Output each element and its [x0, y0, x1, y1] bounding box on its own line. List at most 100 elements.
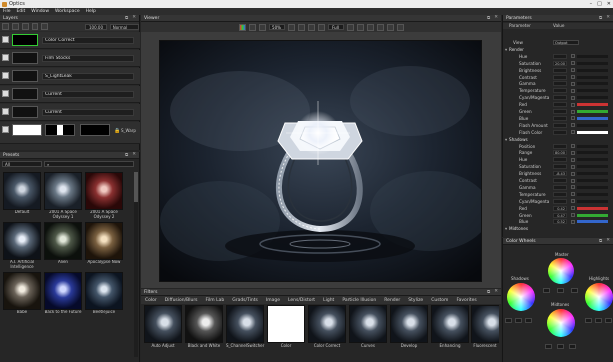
param-slider[interactable] [577, 158, 608, 162]
master-value-field[interactable] [557, 288, 564, 293]
keyframe-icon[interactable] [571, 95, 575, 100]
param-group[interactable]: Shadows [503, 136, 613, 143]
keyframe-icon[interactable] [571, 144, 575, 149]
resolution-select[interactable]: Full [327, 24, 344, 30]
param-value-field[interactable] [553, 109, 567, 115]
snapshot-icon[interactable] [376, 23, 384, 31]
param-group[interactable]: Render [503, 46, 613, 53]
tab-custom[interactable]: Custom [427, 298, 452, 303]
param-slider[interactable] [577, 151, 608, 155]
keyframe-icon[interactable] [571, 61, 575, 66]
close-panel-icon[interactable]: ✕ [132, 15, 136, 21]
keyframe-icon[interactable] [571, 213, 575, 218]
layer-row[interactable]: 🔒 S_Warp [0, 122, 140, 144]
shadows-value-field[interactable] [525, 318, 532, 323]
param-slider[interactable] [577, 192, 608, 196]
keyframe-icon[interactable] [571, 199, 575, 204]
param-slider[interactable] [577, 206, 608, 210]
keyframe-icon[interactable] [571, 185, 575, 190]
preset-filter-select[interactable]: All [2, 160, 42, 167]
mask-button[interactable] [31, 23, 39, 30]
param-value-field[interactable] [553, 143, 567, 149]
master-value-field[interactable] [571, 288, 578, 293]
float-icon[interactable]: ⧉ [125, 15, 128, 21]
keyframe-icon[interactable] [571, 123, 575, 128]
pan-tool-icon[interactable] [307, 23, 315, 31]
param-value-field[interactable]: 20.00 [553, 60, 567, 66]
tab-particle-illusion[interactable]: Particle Illusion [338, 298, 380, 303]
minimize-icon[interactable]: – [590, 1, 593, 7]
keyframe-icon[interactable] [571, 219, 575, 224]
layer-name[interactable]: Film Stocks [42, 55, 134, 62]
layer-name[interactable]: Color Correct [42, 37, 134, 44]
keyframe-icon[interactable] [571, 81, 575, 86]
preset-tile[interactable]: 2001 A Space Odyssey 2 [85, 172, 123, 220]
shadows-wheel[interactable] [507, 283, 535, 311]
param-slider[interactable] [577, 68, 608, 72]
param-value-field[interactable] [553, 184, 567, 190]
channel-alpha-icon[interactable] [248, 23, 256, 31]
keyframe-icon[interactable] [571, 206, 575, 211]
filter-tile[interactable]: Curves [349, 305, 387, 349]
tab-film-lab[interactable]: Film Lab [202, 298, 229, 303]
keyframe-icon[interactable] [571, 75, 575, 80]
tab-favorites[interactable]: Favorites [452, 298, 480, 303]
filter-tile[interactable]: Color Correct [308, 305, 346, 349]
param-slider[interactable] [577, 130, 608, 134]
layer-row[interactable]: Current [0, 104, 140, 121]
param-value-field[interactable]: 0.52 [553, 219, 567, 225]
close-panel-icon[interactable]: ✕ [494, 289, 498, 295]
keyframe-icon[interactable] [571, 157, 575, 162]
filter-tile[interactable]: Fluorescent [471, 305, 499, 349]
filter-tile[interactable]: S_ChannelSwitcher [226, 305, 264, 349]
param-slider[interactable] [577, 54, 608, 58]
float-icon[interactable]: ⧉ [125, 152, 128, 158]
new-layer-button[interactable] [2, 23, 9, 30]
layer-name[interactable]: Current [42, 109, 134, 116]
preset-tile[interactable]: Default [3, 172, 41, 220]
menu-edit[interactable]: Edit [17, 9, 26, 14]
channel-rgb-icon[interactable] [238, 23, 246, 31]
midtones-wheel[interactable] [547, 309, 575, 337]
param-slider[interactable] [577, 213, 608, 217]
keyframe-icon[interactable] [571, 178, 575, 183]
filter-tile[interactable]: Black and White [185, 305, 223, 349]
midtones-value-field[interactable] [569, 344, 576, 349]
zoom-tool-icon[interactable] [317, 23, 325, 31]
param-value-field[interactable] [553, 88, 567, 94]
keyframe-icon[interactable] [571, 171, 575, 176]
layer-row[interactable]: Current [0, 86, 140, 103]
tab-light[interactable]: Light [319, 298, 338, 303]
settings-icon[interactable] [386, 23, 394, 31]
param-slider[interactable] [577, 103, 608, 107]
presets-scrollbar[interactable] [134, 172, 138, 357]
keyframe-icon[interactable] [571, 116, 575, 121]
param-value-field[interactable] [553, 67, 567, 73]
param-slider[interactable] [577, 82, 608, 86]
close-panel-icon[interactable]: ✕ [132, 152, 136, 158]
filter-tile[interactable]: Auto Adjust [144, 305, 182, 349]
param-value-field[interactable] [553, 115, 567, 121]
close-panel-icon[interactable]: ✕ [606, 15, 610, 21]
param-value-field[interactable] [553, 122, 567, 128]
master-wheel[interactable] [548, 258, 574, 284]
tab-color[interactable]: Color [141, 298, 161, 303]
info-icon[interactable] [396, 23, 404, 31]
param-slider[interactable] [577, 61, 608, 65]
layer-row[interactable]: S_LightLeak [0, 68, 140, 85]
visibility-icon[interactable] [2, 90, 9, 97]
filter-tile[interactable]: Develop [390, 305, 428, 349]
preset-tile[interactable]: A.I. Artificial Intelligence [3, 222, 41, 270]
highlights-wheel[interactable] [585, 283, 613, 311]
keyframe-icon[interactable] [571, 130, 575, 135]
tab-render[interactable]: Render [380, 298, 404, 303]
zoom-100-button[interactable] [287, 23, 295, 31]
layer-row[interactable]: Film Stocks [0, 50, 140, 67]
lock-icon[interactable]: 🔒 [114, 128, 120, 134]
preset-tile[interactable]: Back to the Future [44, 272, 82, 320]
menu-help[interactable]: Help [86, 9, 96, 14]
keyframe-icon[interactable] [571, 192, 575, 197]
param-slider[interactable] [577, 123, 608, 127]
param-slider[interactable] [577, 185, 608, 189]
param-slider[interactable] [577, 179, 608, 183]
